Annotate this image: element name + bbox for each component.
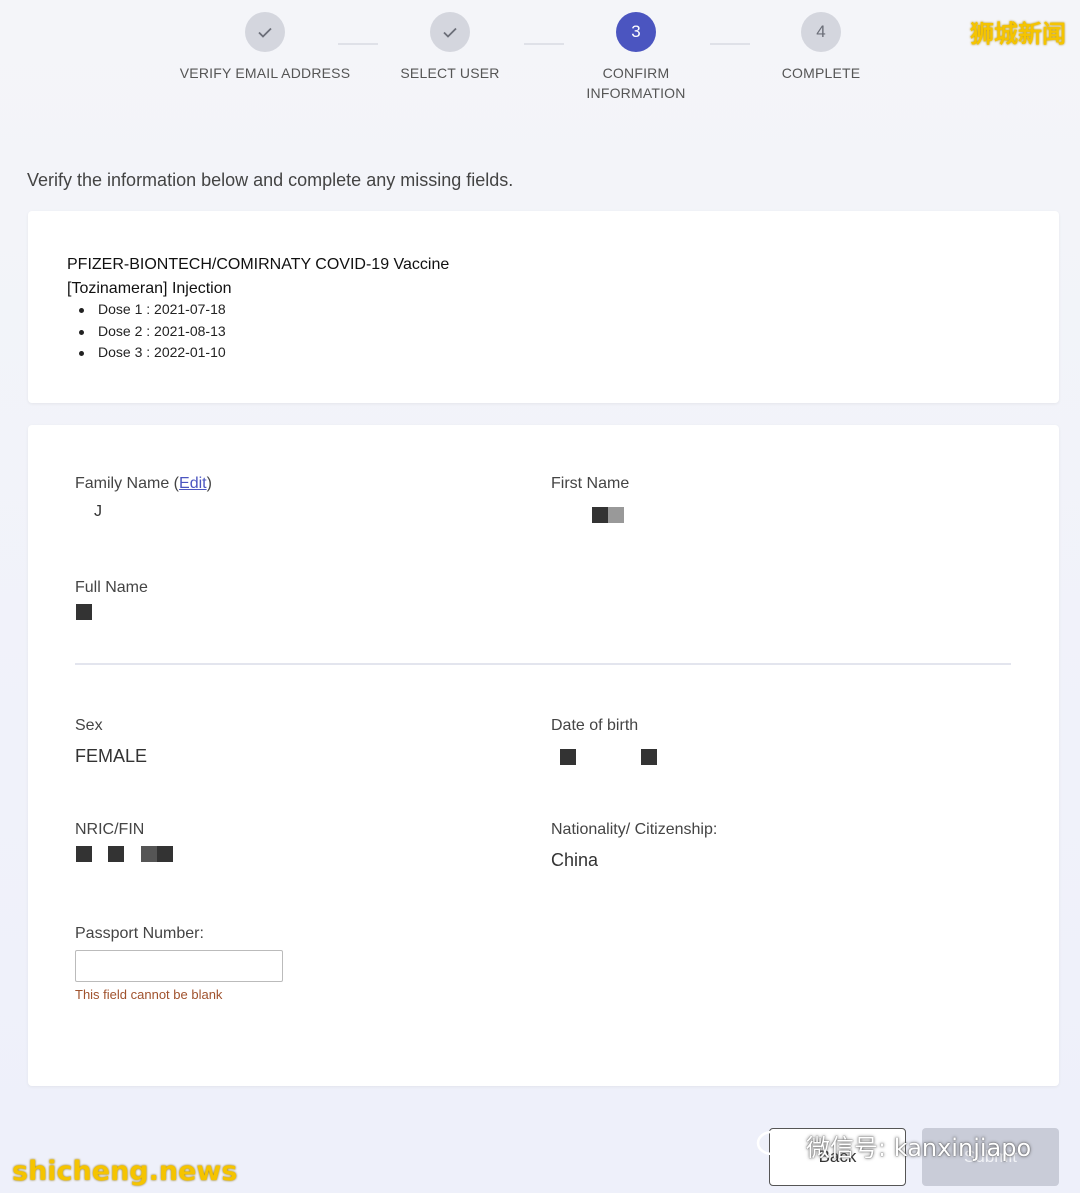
instruction-text: Verify the information below and complet… bbox=[27, 170, 514, 190]
first-name-label: First Name bbox=[551, 475, 630, 492]
site-watermark: shicheng.news bbox=[12, 1156, 238, 1187]
dose-list: Dose 1 : 2021-07-18 Dose 2 : 2021-08-13 … bbox=[79, 299, 226, 364]
sex-label: Sex bbox=[75, 717, 103, 734]
vaccine-name: PFIZER-BIONTECH/COMIRNATY COVID-19 Vacci… bbox=[67, 256, 450, 297]
step-label: CONFIRM INFORMATION bbox=[586, 65, 686, 101]
check-icon bbox=[245, 12, 285, 52]
step-label: COMPLETE bbox=[781, 65, 861, 81]
nric-label: NRIC/FIN bbox=[75, 821, 145, 838]
step-number: 4 bbox=[801, 12, 841, 52]
passport-error: This field cannot be blank bbox=[75, 987, 223, 1002]
wechat-id: 微信号: kanxinjiapo bbox=[806, 1134, 1032, 1162]
sex-value: FEMALE bbox=[75, 746, 148, 766]
step-label: SELECT USER bbox=[400, 65, 500, 81]
section-divider bbox=[75, 663, 1011, 665]
step-number: 3 bbox=[616, 12, 656, 52]
check-icon bbox=[430, 12, 470, 52]
edit-link[interactable]: Edit bbox=[179, 475, 207, 492]
nationality-value: China bbox=[551, 850, 599, 870]
step-verify-email: VERIFY EMAIL ADDRESS bbox=[175, 12, 355, 83]
nationality-label: Nationality/ Citizenship: bbox=[551, 821, 718, 838]
dose-item: Dose 3 : 2022-01-10 bbox=[79, 342, 226, 364]
wechat-icon bbox=[756, 1130, 800, 1162]
dose-item: Dose 2 : 2021-08-13 bbox=[79, 321, 226, 343]
wechat-watermark: 微信号: kanxinjiapo bbox=[756, 1128, 1031, 1163]
watermark-logo: 狮城新闻 bbox=[970, 20, 1066, 48]
family-name-label: Family Name (Edit) bbox=[75, 475, 212, 492]
personal-info-card: Family Name (Edit) J First Name Full Nam… bbox=[28, 425, 1059, 1086]
passport-label: Passport Number: bbox=[75, 925, 204, 942]
dose-item: Dose 1 : 2021-07-18 bbox=[79, 299, 226, 321]
step-label: VERIFY EMAIL ADDRESS bbox=[179, 65, 351, 81]
vaccine-card: PFIZER-BIONTECH/COMIRNATY COVID-19 Vacci… bbox=[28, 211, 1059, 403]
step-confirm-information: 3 CONFIRM INFORMATION bbox=[546, 12, 726, 103]
dob-label: Date of birth bbox=[551, 717, 639, 734]
step-complete: 4 COMPLETE bbox=[731, 12, 911, 83]
family-name-value: J bbox=[94, 503, 102, 520]
full-name-label: Full Name bbox=[75, 579, 148, 596]
full-name-redacted bbox=[76, 604, 92, 620]
passport-number-input[interactable] bbox=[75, 950, 283, 982]
step-select-user: SELECT USER bbox=[360, 12, 540, 83]
